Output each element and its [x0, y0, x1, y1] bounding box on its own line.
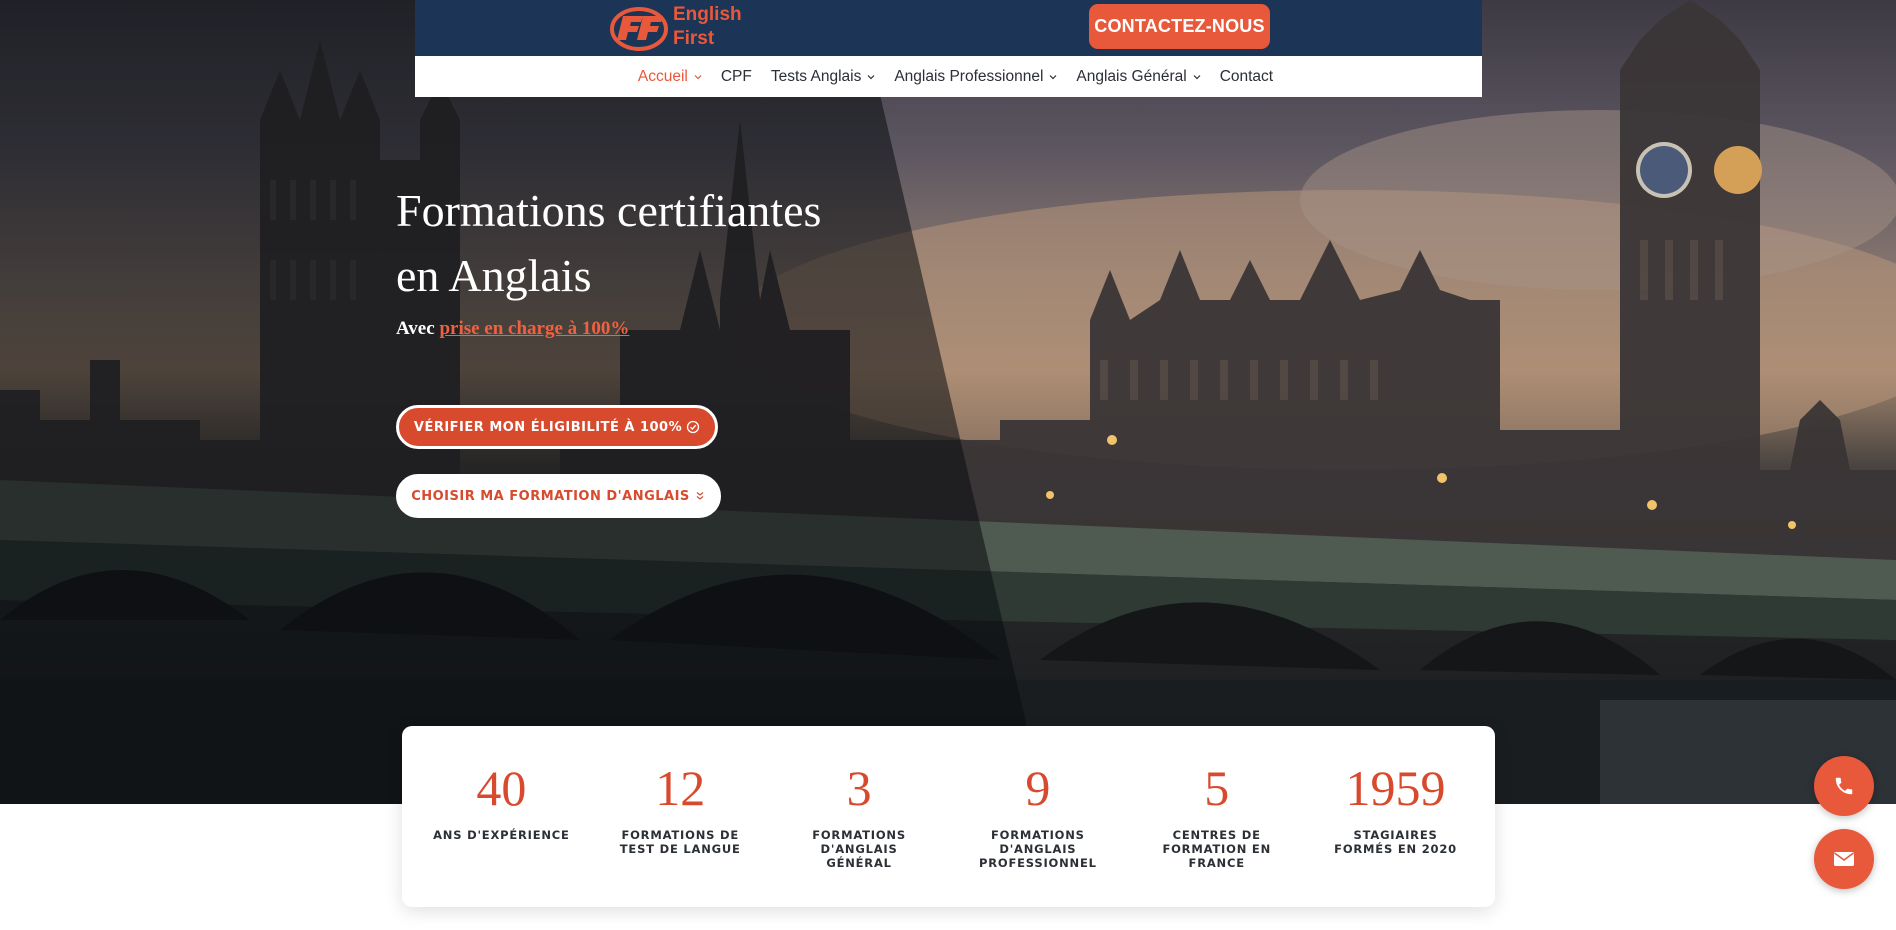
- double-chevron-down-icon: [696, 492, 704, 500]
- hero-subtitle: Avec prise en charge à 100%: [396, 318, 629, 340]
- stats-card: 40 ANS D'EXPÉRIENCE 12 FORMATIONS DE TEST DE…: [402, 726, 1495, 907]
- stat-label: FORMATIONS D'ANGLAIS GÉNÉRAL: [770, 828, 949, 870]
- nav-item-cpf[interactable]: CPF: [721, 68, 752, 86]
- stat-label-line: TEST DE LANGUE: [619, 842, 741, 856]
- nav-item-label: Tests Anglais: [770, 67, 862, 85]
- nav-item-tests-anglais[interactable]: Tests Anglais: [771, 68, 875, 86]
- nav-item-label: Accueil: [637, 67, 688, 85]
- stat-item: 40 ANS D'EXPÉRIENCE: [412, 726, 591, 907]
- stat-label-line: D'ANGLAIS: [820, 842, 898, 856]
- stat-label-line: FORMATIONS: [812, 828, 906, 842]
- chevron-down-icon: [1193, 74, 1201, 79]
- stat-number: 3: [846, 760, 872, 816]
- contact-us-button[interactable]: CONTACTEZ-NOUS: [1089, 4, 1270, 49]
- nav-item-contact[interactable]: Contact: [1220, 68, 1273, 86]
- stat-label-line: FORMATIONS DE: [621, 828, 740, 842]
- stat-label-line: FORMATIONS: [991, 828, 1085, 842]
- stat-label: STAGIAIRES FORMÉS EN 2020: [1306, 828, 1485, 856]
- stat-item: 5 CENTRES DE FORMATION EN FRANCE: [1127, 726, 1306, 907]
- nav-item-accueil[interactable]: Accueil: [638, 68, 702, 86]
- hero-section: [0, 0, 1896, 804]
- stat-label: CENTRES DE FORMATION EN FRANCE: [1127, 828, 1306, 870]
- logo-line-first: First: [673, 28, 715, 49]
- stat-label: FORMATIONS D'ANGLAIS PROFESSIONNEL: [948, 828, 1127, 870]
- logo-line-english: English: [673, 4, 742, 25]
- nav-item-anglais-professionnel[interactable]: Anglais Professionnel: [894, 68, 1057, 86]
- chevron-down-icon: [1049, 74, 1057, 79]
- stat-label-line: FORMÉS EN 2020: [1334, 842, 1457, 856]
- nav-item-label: CPF: [720, 67, 752, 85]
- nav-items: Accueil CPF Tests Anglais Anglais Professio…: [415, 56, 1482, 97]
- logo-ef-icon: [610, 7, 668, 51]
- stat-label-line: GÉNÉRAL: [826, 856, 892, 870]
- stat-number: 12: [655, 760, 706, 816]
- nav-item-label: Contact: [1219, 67, 1274, 85]
- stat-label-line: FRANCE: [1188, 856, 1245, 870]
- site-logo[interactable]: English First: [609, 2, 759, 54]
- check-eligibility-button[interactable]: VÉRIFIER MON ÉLIGIBILITÉ À 100%: [396, 405, 718, 449]
- stat-label-line: PROFESSIONNEL: [979, 856, 1097, 870]
- chevron-down-icon: [867, 74, 875, 79]
- stat-label-line: FORMATION EN: [1162, 842, 1271, 856]
- stat-item: 3 FORMATIONS D'ANGLAIS GÉNÉRAL: [770, 726, 949, 907]
- stat-label-line: ANS D'EXPÉRIENCE: [433, 828, 570, 842]
- stat-number: 1959: [1345, 760, 1446, 816]
- hero-title-line2: en Anglais: [396, 250, 592, 301]
- stat-label-line: CENTRES DE: [1172, 828, 1261, 842]
- nav-item-anglais-g-n-ral[interactable]: Anglais Général: [1076, 67, 1201, 86]
- stat-label: FORMATIONS DE TEST DE LANGUE: [591, 828, 770, 856]
- check-eligibility-label: VÉRIFIER MON ÉLIGIBILITÉ À 100%: [413, 419, 683, 435]
- stat-item: 12 FORMATIONS DE TEST DE LANGUE: [591, 726, 770, 907]
- hero-title: Formations certifiantes en Anglais: [396, 178, 916, 308]
- stat-label-line: STAGIAIRES: [1353, 828, 1438, 842]
- nav-item-label: Anglais Professionnel: [894, 67, 1044, 85]
- stat-item: 9 FORMATIONS D'ANGLAIS PROFESSIONNEL: [948, 726, 1127, 907]
- funding-link[interactable]: prise en charge à 100%: [439, 318, 629, 339]
- check-circle-icon: [686, 420, 700, 434]
- stat-number: 5: [1204, 760, 1230, 816]
- stat-item: 1959 STAGIAIRES FORMÉS EN 2020: [1306, 726, 1485, 907]
- phone-icon: [1835, 777, 1853, 795]
- call-button[interactable]: [1814, 756, 1874, 816]
- stat-label-line: D'ANGLAIS: [999, 842, 1077, 856]
- choose-training-label: CHOISIR MA FORMATION D'ANGLAIS: [411, 488, 690, 504]
- main-navigation: Accueil CPF Tests Anglais Anglais Professio…: [415, 56, 1482, 97]
- stat-number: 9: [1025, 760, 1051, 816]
- hero-subtitle-prefix: Avec: [396, 318, 435, 339]
- email-button[interactable]: [1814, 829, 1874, 889]
- stat-label: ANS D'EXPÉRIENCE: [412, 828, 591, 842]
- stat-number: 40: [476, 760, 527, 816]
- chevron-down-icon: [694, 74, 702, 79]
- hero-title-line1: Formations certifiantes: [396, 185, 822, 236]
- envelope-icon: [1834, 852, 1854, 866]
- top-header-bar: English First CONTACTEZ-NOUS: [415, 0, 1482, 56]
- logo-text: English First: [673, 3, 742, 51]
- nav-item-label: Anglais Général: [1076, 67, 1187, 85]
- choose-training-button[interactable]: CHOISIR MA FORMATION D'ANGLAIS: [396, 474, 721, 518]
